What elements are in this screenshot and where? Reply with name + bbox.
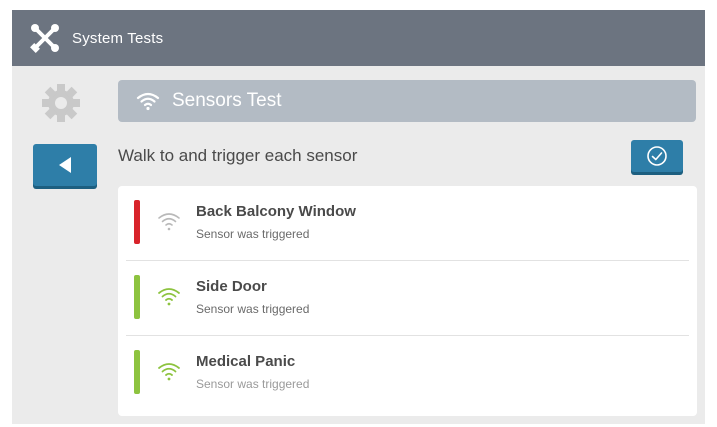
sensor-row[interactable]: Medical Panic Sensor was triggered — [126, 336, 689, 410]
sensor-status: Sensor was triggered — [196, 377, 310, 391]
tools-icon — [30, 24, 59, 53]
check-circle-icon — [647, 146, 667, 166]
sensor-row[interactable]: Side Door Sensor was triggered — [126, 261, 689, 336]
instruction-text: Walk to and trigger each sensor — [118, 146, 358, 165]
sensor-name: Back Balcony Window — [196, 203, 356, 220]
gear-icon[interactable] — [40, 82, 82, 124]
test-header: Sensors Test — [118, 80, 696, 122]
done-button[interactable] — [631, 140, 683, 172]
sensor-name: Medical Panic — [196, 353, 296, 370]
sensor-signal-icon — [158, 363, 180, 381]
test-title: Sensors Test — [172, 90, 282, 111]
sensor-name: Side Door — [196, 278, 267, 295]
sensor-row[interactable]: Back Balcony Window Sensor was triggered — [126, 186, 689, 261]
back-arrow-icon — [59, 157, 71, 173]
app-title: System Tests — [72, 29, 164, 47]
title-bar: System Tests — [12, 10, 705, 66]
screen: System Tests Sensors Test Walk to and tr… — [12, 10, 705, 424]
sensor-list: Back Balcony Window Sensor was triggered… — [118, 186, 697, 416]
status-indicator — [134, 275, 140, 319]
back-button[interactable] — [33, 144, 97, 186]
sensor-signal-icon — [158, 288, 180, 306]
status-indicator — [134, 200, 140, 244]
status-indicator — [134, 350, 140, 394]
sensor-status: Sensor was triggered — [196, 227, 310, 241]
sensor-status: Sensor was triggered — [196, 302, 310, 316]
wifi-icon — [136, 92, 160, 111]
sensor-signal-icon — [158, 213, 180, 231]
